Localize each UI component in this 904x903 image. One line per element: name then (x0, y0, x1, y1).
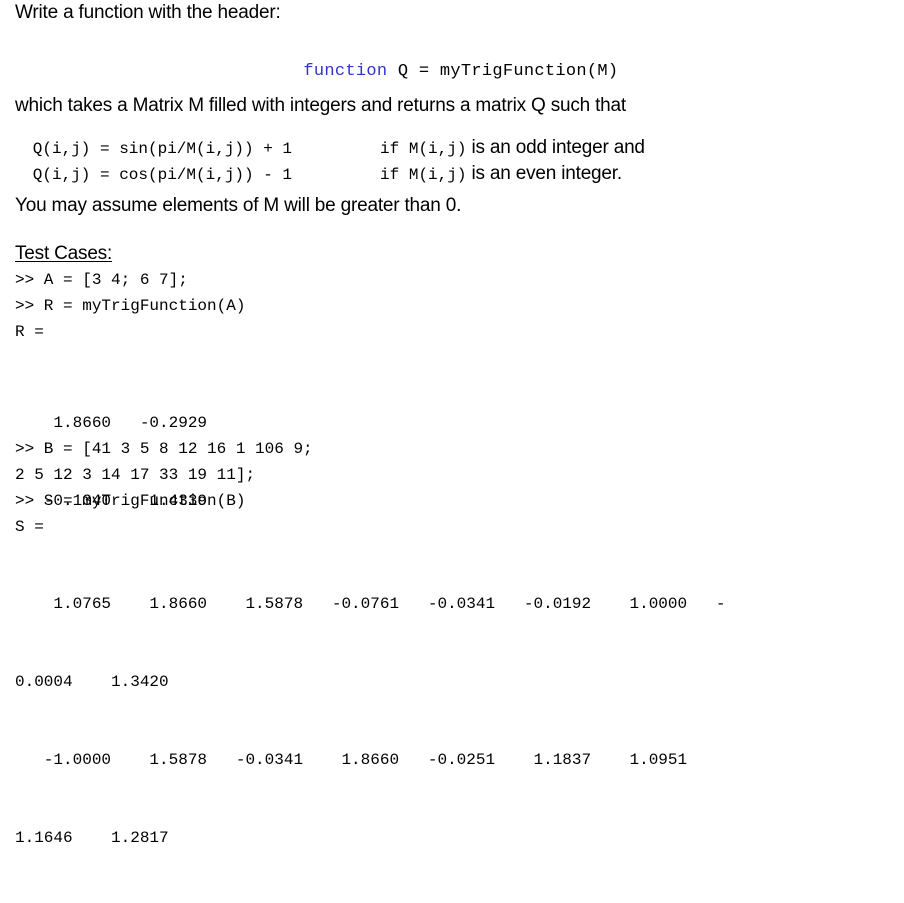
output-matrix-s-row: 0.0004 1.3420 (15, 673, 169, 691)
command-define-b-line2: 2 5 12 3 14 17 33 19 11]; (15, 466, 256, 484)
description-text: which takes a Matrix M filled with integ… (15, 95, 626, 116)
formula-even-condition-code: if M(i,j) (380, 166, 467, 184)
test-cases-heading: Test Cases: (15, 243, 113, 264)
echo-r: R = (15, 323, 44, 341)
intro-text: Write a function with the header: (15, 2, 281, 23)
echo-s: S = (15, 518, 44, 536)
function-keyword: function (303, 62, 388, 81)
output-matrix-s: 1.0765 1.8660 1.5878 -0.0761 -0.0341 -0.… (15, 539, 904, 903)
assumption-text: You may assume elements of M will be gre… (15, 195, 462, 216)
problem-statement-page: Write a function with the header: functi… (0, 0, 904, 847)
formula-even-expression: Q(i,j) = cos(pi/M(i,j)) - 1 (32, 166, 293, 184)
command-call-s: >> S = myTrigFunction(B) (15, 492, 246, 510)
function-signature: function Q = myTrigFunction(M) (0, 44, 904, 99)
output-matrix-s-row: -1.0000 1.5878 -0.0341 1.8660 -0.0251 1.… (15, 751, 688, 769)
output-matrix-s-row: 1.0765 1.8660 1.5878 -0.0761 -0.0341 -0.… (15, 595, 726, 613)
output-matrix-s-row: 1.1646 1.2817 (15, 829, 169, 847)
command-define-b-line1: >> B = [41 3 5 8 12 16 1 106 9; (15, 440, 313, 458)
command-call-r: >> R = myTrigFunction(A) (15, 297, 246, 315)
output-matrix-r-row: 1.8660 -0.2929 (15, 414, 208, 432)
formula-even-condition-text: is an even integer. (466, 163, 623, 184)
command-define-a: >> A = [3 4; 6 7]; (15, 271, 188, 289)
function-signature-rest: Q = myTrigFunction(M) (387, 62, 619, 81)
